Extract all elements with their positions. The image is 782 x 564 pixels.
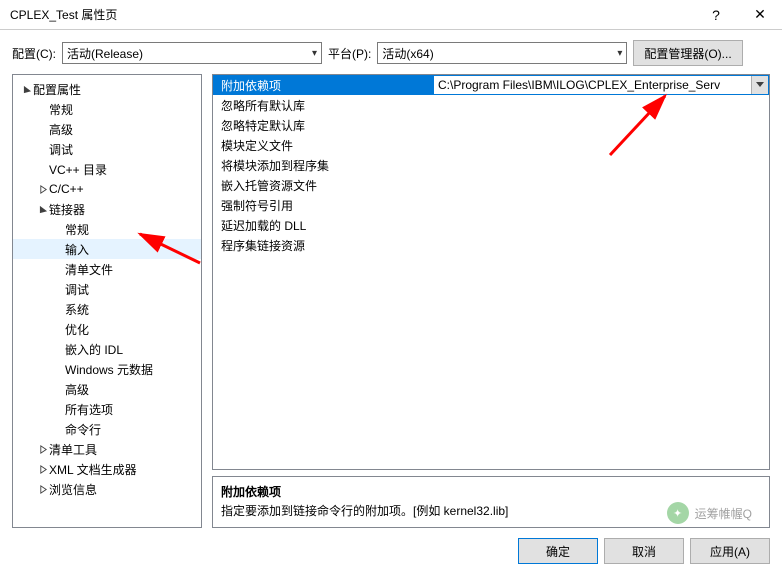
nav-tree[interactable]: 配置属性常规高级调试VC++ 目录C/C++链接器常规输入清单文件调试系统优化嵌…	[12, 74, 202, 528]
tree-label: XML 文档生成器	[49, 461, 137, 478]
tree-item[interactable]: 调试	[13, 139, 201, 159]
tree-label: C/C++	[49, 182, 84, 196]
tree-label: 优化	[65, 321, 89, 338]
expand-closed-icon[interactable]	[37, 445, 49, 454]
property-row[interactable]: 延迟加载的 DLL	[213, 215, 769, 235]
expand-open-icon[interactable]	[37, 205, 49, 214]
tree-item[interactable]: Windows 元数据	[13, 359, 201, 379]
config-manager-button[interactable]: 配置管理器(O)...	[633, 40, 742, 66]
property-name: 强制符号引用	[213, 197, 433, 214]
chevron-down-icon: ▾	[312, 48, 317, 59]
tree-label: 浏览信息	[49, 481, 97, 498]
tree-item[interactable]: 清单工具	[13, 439, 201, 459]
tree-item[interactable]: 配置属性	[13, 79, 201, 99]
property-name: 延迟加载的 DLL	[213, 217, 433, 234]
property-row[interactable]: 强制符号引用	[213, 195, 769, 215]
dropdown-button[interactable]	[751, 76, 768, 94]
tree-item[interactable]: 系统	[13, 299, 201, 319]
tree-item[interactable]: 浏览信息	[13, 479, 201, 499]
tree-label: 配置属性	[33, 81, 81, 98]
tree-label: 命令行	[65, 421, 101, 438]
description-box: 附加依赖项 指定要添加到链接命令行的附加项。[例如 kernel32.lib]	[212, 476, 770, 528]
config-value: 活动(Release)	[67, 45, 143, 62]
tree-label: 嵌入的 IDL	[65, 341, 123, 358]
property-value[interactable]: C:\Program Files\IBM\ILOG\CPLEX_Enterpri…	[433, 75, 769, 95]
config-combo[interactable]: 活动(Release) ▾	[62, 42, 322, 64]
property-name: 将模块添加到程序集	[213, 157, 433, 174]
tree-item[interactable]: 高级	[13, 119, 201, 139]
property-name: 附加依赖项	[213, 77, 433, 94]
tree-label: 调试	[65, 281, 89, 298]
tree-label: 系统	[65, 301, 89, 318]
tree-item[interactable]: 命令行	[13, 419, 201, 439]
tree-label: 清单文件	[65, 261, 113, 278]
config-label: 配置(C):	[12, 45, 56, 62]
description-title: 附加依赖项	[221, 483, 761, 500]
tree-label: 输入	[65, 241, 89, 258]
property-name: 忽略所有默认库	[213, 97, 433, 114]
close-button[interactable]: ✕	[738, 0, 782, 30]
window-title: CPLEX_Test 属性页	[10, 6, 694, 23]
tree-item[interactable]: VC++ 目录	[13, 159, 201, 179]
title-bar: CPLEX_Test 属性页 ? ✕	[0, 0, 782, 30]
expand-closed-icon[interactable]	[37, 185, 49, 194]
property-row[interactable]: 忽略特定默认库	[213, 115, 769, 135]
property-row[interactable]: 忽略所有默认库	[213, 95, 769, 115]
tree-item[interactable]: 嵌入的 IDL	[13, 339, 201, 359]
config-row: 配置(C): 活动(Release) ▾ 平台(P): 活动(x64) ▾ 配置…	[0, 30, 782, 74]
property-name: 模块定义文件	[213, 137, 433, 154]
dialog-buttons: 确定 取消 应用(A)	[0, 528, 782, 564]
tree-label: 调试	[49, 141, 73, 158]
tree-label: Windows 元数据	[65, 361, 153, 378]
tree-item[interactable]: 常规	[13, 219, 201, 239]
tree-item[interactable]: 优化	[13, 319, 201, 339]
property-row[interactable]: 嵌入托管资源文件	[213, 175, 769, 195]
tree-item[interactable]: C/C++	[13, 179, 201, 199]
main-area: 配置属性常规高级调试VC++ 目录C/C++链接器常规输入清单文件调试系统优化嵌…	[0, 74, 782, 528]
tree-label: 链接器	[49, 201, 85, 218]
expand-closed-icon[interactable]	[37, 485, 49, 494]
tree-label: 高级	[65, 381, 89, 398]
expand-closed-icon[interactable]	[37, 465, 49, 474]
property-row[interactable]: 将模块添加到程序集	[213, 155, 769, 175]
property-row[interactable]: 附加依赖项C:\Program Files\IBM\ILOG\CPLEX_Ent…	[213, 75, 769, 95]
property-row[interactable]: 程序集链接资源	[213, 235, 769, 255]
tree-label: 常规	[49, 101, 73, 118]
property-row[interactable]: 模块定义文件	[213, 135, 769, 155]
property-name: 嵌入托管资源文件	[213, 177, 433, 194]
platform-combo[interactable]: 活动(x64) ▾	[377, 42, 627, 64]
tree-item[interactable]: 调试	[13, 279, 201, 299]
expand-open-icon[interactable]	[21, 85, 33, 94]
right-column: 附加依赖项C:\Program Files\IBM\ILOG\CPLEX_Ent…	[212, 74, 770, 528]
tree-item[interactable]: 所有选项	[13, 399, 201, 419]
tree-item[interactable]: 输入	[13, 239, 201, 259]
platform-label: 平台(P):	[328, 45, 371, 62]
tree-label: 清单工具	[49, 441, 97, 458]
property-name: 程序集链接资源	[213, 237, 433, 254]
platform-value: 活动(x64)	[382, 45, 433, 62]
chevron-down-icon: ▾	[617, 48, 622, 59]
tree-item[interactable]: 链接器	[13, 199, 201, 219]
tree-label: 高级	[49, 121, 73, 138]
tree-label: 所有选项	[65, 401, 113, 418]
tree-item[interactable]: 清单文件	[13, 259, 201, 279]
tree-item[interactable]: 高级	[13, 379, 201, 399]
tree-item[interactable]: XML 文档生成器	[13, 459, 201, 479]
tree-item[interactable]: 常规	[13, 99, 201, 119]
tree-label: VC++ 目录	[49, 161, 107, 178]
tree-label: 常规	[65, 221, 89, 238]
help-button[interactable]: ?	[694, 0, 738, 30]
property-name: 忽略特定默认库	[213, 117, 433, 134]
property-grid[interactable]: 附加依赖项C:\Program Files\IBM\ILOG\CPLEX_Ent…	[212, 74, 770, 470]
description-body: 指定要添加到链接命令行的附加项。[例如 kernel32.lib]	[221, 502, 761, 519]
